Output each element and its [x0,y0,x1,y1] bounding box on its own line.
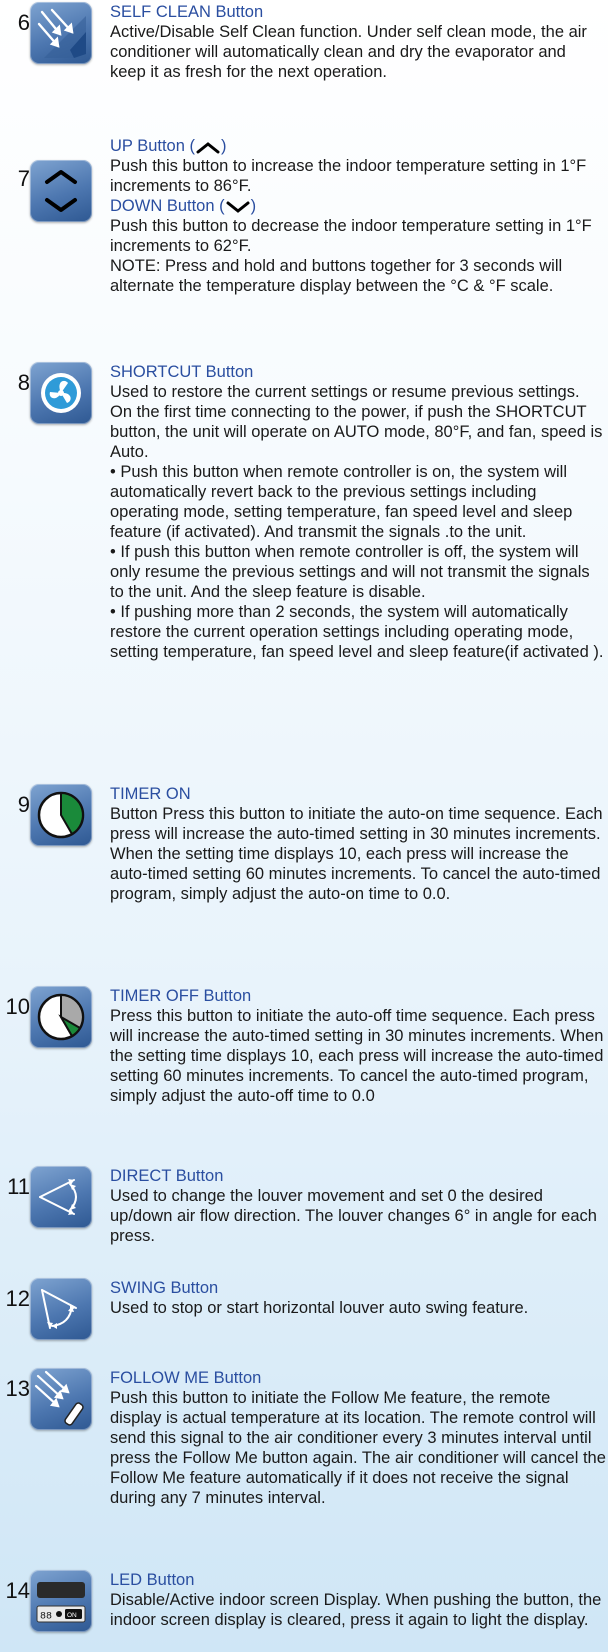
chevron-down-icon [226,201,250,213]
down-button-title: DOWN Button () [110,197,257,215]
item-description: Press this button to initiate the auto-o… [110,1007,604,1105]
item-title: FOLLOW ME Button [110,1369,262,1387]
item-bullet: • If push this button when remote contro… [110,543,590,601]
item-number: 9 [17,792,30,817]
swing-icon[interactable] [30,1278,92,1340]
follow-me-icon[interactable] [30,1368,92,1430]
timer-off-icon[interactable] [30,986,92,1048]
item-title: SWING Button [110,1279,219,1297]
item-bullet: • If pushing more than 2 seconds, the sy… [110,603,604,661]
temperature-scale-note: NOTE: Press and hold and buttons togethe… [110,257,563,295]
led-icon[interactable]: 88 ON [30,1570,92,1632]
item-title: TIMER OFF Button [110,987,252,1005]
item-title: TIMER ON [110,785,191,803]
item-title: SELF CLEAN Button [110,3,264,21]
item-bullet: • Push this button when remote controlle… [110,463,573,541]
self-clean-icon[interactable] [30,2,92,64]
up-button-description: Push this button to increase the indoor … [110,157,587,195]
up-button-title: UP Button () [110,137,227,155]
manual-page: 6 SELF CLEAN Button Active/Disable Self … [0,0,608,1652]
timer-on-icon[interactable] [30,784,92,846]
item-number: 8 [17,370,30,395]
item-number: 10 [5,994,30,1019]
chevron-up-icon [196,141,220,154]
item-description: Active/Disable Self Clean function. Unde… [110,23,587,81]
item-description: Used to stop or start horizontal louver … [110,1299,529,1317]
svg-text:ON: ON [67,1612,77,1619]
item-title: DIRECT Button [110,1167,224,1185]
direct-icon[interactable] [30,1166,92,1228]
item-title: LED Button [110,1571,195,1589]
item-title: SHORTCUT Button [110,363,254,381]
item-number: 7 [17,166,30,191]
item-description: Button Press this button to initiate the… [110,805,603,903]
item-number: 14 [5,1578,30,1603]
item-description: Push this button to initiate the Follow … [110,1389,606,1507]
item-description: Used to change the louver movement and s… [110,1187,597,1245]
up-down-icon[interactable] [30,160,92,222]
down-button-description: Push this button to decrease the indoor … [110,217,592,255]
shortcut-icon[interactable] [30,362,92,424]
item-number: 12 [5,1286,30,1311]
svg-text:88: 88 [40,1612,52,1623]
item-number: 6 [17,10,30,35]
item-description: Used to restore the current settings or … [110,383,603,461]
item-description: Disable/Active indoor screen Display. Wh… [110,1591,602,1629]
item-number: 11 [7,1174,30,1199]
item-number: 13 [5,1376,30,1401]
